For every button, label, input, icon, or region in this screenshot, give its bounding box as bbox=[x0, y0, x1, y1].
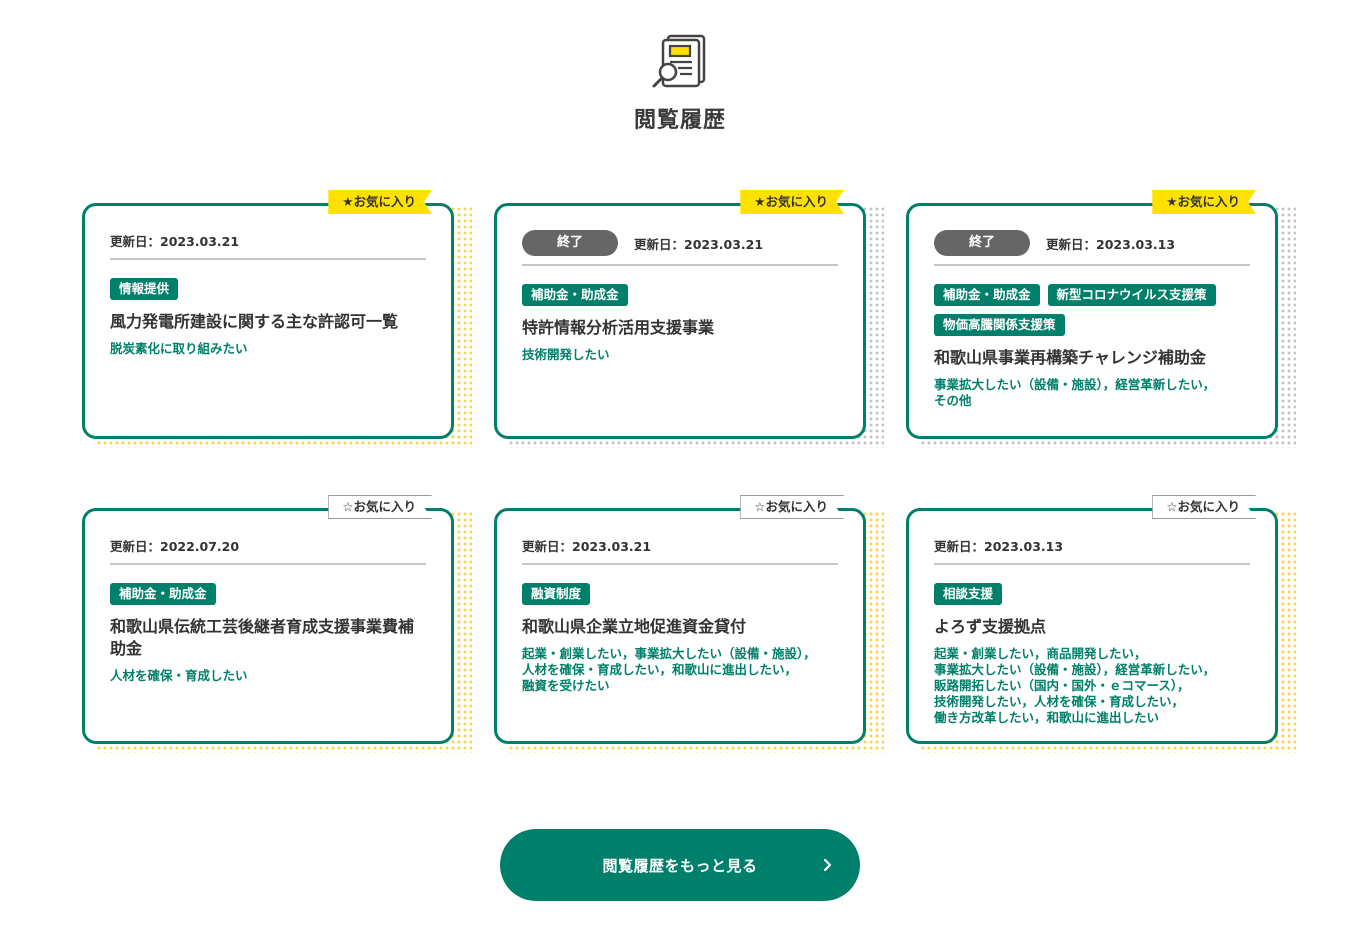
card-title[interactable]: 風力発電所建設に関する主な許認可一覧 bbox=[110, 311, 426, 333]
card-purpose: 起業・創業したい，商品開発したい， 事業拡大したい（設備・施設），経営革新したい… bbox=[934, 646, 1216, 725]
history-card[interactable]: ☆お気に入り更新日：2023.03.21 融資制度和歌山県企業立地促進資金貸付起業… bbox=[494, 495, 884, 753]
card-divider bbox=[522, 264, 838, 266]
updated-date: 更新日：2022.07.20 bbox=[110, 538, 240, 554]
card-divider bbox=[110, 258, 426, 260]
category-tag: 新型コロナウイルス支援策 bbox=[1047, 284, 1216, 306]
card-meta: 更新日：2023.03.21 bbox=[110, 230, 426, 250]
favorite-toggle[interactable]: ★お気に入り bbox=[740, 190, 844, 214]
card-body: 更新日：2023.03.21 融資制度和歌山県企業立地促進資金貸付起業・創業したい… bbox=[494, 508, 866, 744]
page-title: 閲覧履歴 bbox=[633, 108, 726, 133]
card-purpose: 起業・創業したい，事業拡大したい（設備・施設）， 人材を確保・育成したい，和歌山… bbox=[522, 646, 816, 693]
history-card[interactable]: ☆お気に入り更新日：2022.07.20 補助金・助成金和歌山県伝統工芸後継者育成… bbox=[82, 495, 472, 753]
updated-date: 更新日：2023.03.21 bbox=[634, 236, 764, 252]
favorite-toggle[interactable]: ☆お気に入り bbox=[740, 495, 844, 519]
category-tag: 補助金・助成金 bbox=[110, 583, 216, 605]
card-body: 更新日：2022.07.20 補助金・助成金和歌山県伝統工芸後継者育成支援事業費補… bbox=[82, 508, 454, 744]
card-body: 終了 更新日：2023.03.13 補助金・助成金 新型コロナウイルス支援策物価高騰関… bbox=[906, 203, 1278, 439]
updated-date: 更新日：2023.03.13 bbox=[1046, 236, 1176, 252]
card-divider bbox=[522, 563, 838, 565]
category-tag: 相談支援 bbox=[934, 583, 1003, 605]
tag-list: 補助金・助成金 bbox=[522, 284, 838, 306]
tag-list: 相談支援 bbox=[934, 583, 1250, 605]
card-body: 終了 更新日：2023.03.21 補助金・助成金特許情報分析活用支援事業技術開発し… bbox=[494, 203, 866, 439]
tag-list: 補助金・助成金 bbox=[110, 583, 426, 605]
category-tag: 情報提供 bbox=[110, 278, 179, 300]
updated-date: 更新日：2023.03.13 bbox=[934, 538, 1064, 554]
history-grid: ★お気に入り更新日：2023.03.21 情報提供風力発電所建設に関する主な許認可… bbox=[82, 190, 1296, 770]
status-badge: 終了 bbox=[522, 230, 618, 256]
view-more-history-button[interactable]: 閲覧履歴をもっと見る bbox=[500, 829, 860, 901]
updated-date: 更新日：2023.03.21 bbox=[522, 538, 652, 554]
card-title[interactable]: よろず支援拠点 bbox=[934, 616, 1250, 638]
card-purpose: 事業拡大したい（設備・施設），経営革新したい， その他 bbox=[934, 377, 1216, 408]
history-card[interactable]: ★お気に入り終了 更新日：2023.03.13 補助金・助成金 新型コロナウイルス支援… bbox=[906, 190, 1296, 448]
favorite-toggle[interactable]: ★お気に入り bbox=[1152, 190, 1256, 214]
category-tag: 融資制度 bbox=[522, 583, 591, 605]
tag-list: 情報提供 bbox=[110, 278, 426, 300]
card-meta: 終了 更新日：2023.03.13 bbox=[934, 230, 1250, 256]
history-card[interactable]: ★お気に入り更新日：2023.03.21 情報提供風力発電所建設に関する主な許認可… bbox=[82, 190, 472, 448]
card-meta: 終了 更新日：2023.03.21 bbox=[522, 230, 838, 256]
card-purpose: 脱炭素化に取り組みたい bbox=[110, 341, 248, 356]
tag-list: 融資制度 bbox=[522, 583, 838, 605]
view-more-label: 閲覧履歴をもっと見る bbox=[602, 856, 758, 875]
category-tag: 物価高騰関係支援策 bbox=[934, 314, 1065, 336]
card-purpose: 人材を確保・育成したい bbox=[110, 668, 248, 683]
tag-list: 補助金・助成金 新型コロナウイルス支援策物価高騰関係支援策 bbox=[934, 284, 1250, 336]
card-body: 更新日：2023.03.13 相談支援よろず支援拠点起業・創業したい，商品開発した… bbox=[906, 508, 1278, 744]
updated-date: 更新日：2023.03.21 bbox=[110, 233, 240, 249]
card-divider bbox=[934, 563, 1250, 565]
favorite-toggle[interactable]: ☆お気に入り bbox=[328, 495, 432, 519]
card-title[interactable]: 和歌山県企業立地促進資金貸付 bbox=[522, 616, 838, 638]
card-divider bbox=[934, 264, 1250, 266]
card-title[interactable]: 特許情報分析活用支援事業 bbox=[522, 317, 838, 339]
favorite-toggle[interactable]: ★お気に入り bbox=[328, 190, 432, 214]
page-header: 閲覧履歴 bbox=[0, 30, 1360, 134]
favorite-toggle[interactable]: ☆お気に入り bbox=[1152, 495, 1256, 519]
document-search-icon bbox=[652, 34, 706, 88]
card-purpose: 技術開発したい bbox=[522, 347, 610, 362]
card-meta: 更新日：2023.03.13 bbox=[934, 535, 1250, 555]
history-card[interactable]: ☆お気に入り更新日：2023.03.13 相談支援よろず支援拠点起業・創業したい，… bbox=[906, 495, 1296, 753]
card-meta: 更新日：2023.03.21 bbox=[522, 535, 838, 555]
card-title[interactable]: 和歌山県事業再構築チャレンジ補助金 bbox=[934, 347, 1250, 369]
category-tag: 補助金・助成金 bbox=[934, 284, 1040, 306]
history-card[interactable]: ★お気に入り終了 更新日：2023.03.21 補助金・助成金特許情報分析活用支援事… bbox=[494, 190, 884, 448]
card-title[interactable]: 和歌山県伝統工芸後継者育成支援事業費補 助金 bbox=[110, 616, 426, 660]
card-divider bbox=[110, 563, 426, 565]
chevron-right-icon bbox=[823, 858, 832, 872]
card-body: 更新日：2023.03.21 情報提供風力発電所建設に関する主な許認可一覧脱炭素化… bbox=[82, 203, 454, 439]
category-tag: 補助金・助成金 bbox=[522, 284, 628, 306]
card-meta: 更新日：2022.07.20 bbox=[110, 535, 426, 555]
status-badge: 終了 bbox=[934, 230, 1030, 256]
